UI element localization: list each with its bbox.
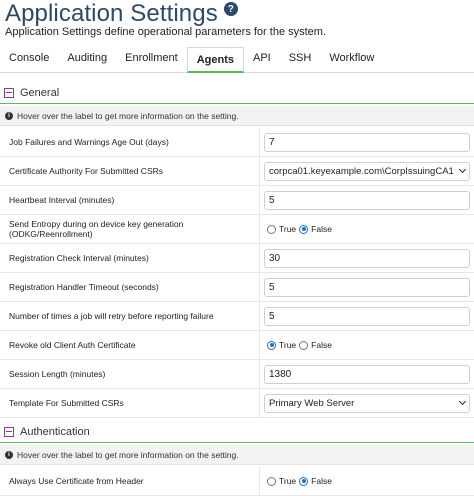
info-icon: i: [5, 111, 13, 120]
tab-workflow[interactable]: Workflow: [320, 46, 383, 72]
collapse-icon[interactable]: [4, 87, 14, 98]
setting-label: Number of times a job will retry before …: [9, 311, 214, 321]
tab-enrollment[interactable]: Enrollment: [116, 46, 187, 72]
page-subtitle: Application Settings define operational …: [5, 26, 327, 38]
radio-false-label[interactable]: False: [311, 340, 332, 350]
setting-label: Send Entropy during on device key genera…: [9, 219, 184, 239]
page-title: Application Settings: [5, 0, 218, 27]
setting-label: Heartbeat Interval (minutes): [9, 195, 115, 205]
setting-row: Heartbeat Interval (minutes) 5: [0, 186, 474, 215]
tab-agents[interactable]: Agents: [186, 47, 244, 73]
setting-row: Job Failures and Warnings Age Out (days)…: [0, 128, 474, 157]
setting-label: Job Failures and Warnings Age Out (days): [9, 137, 169, 147]
setting-row: Session Length (minutes) 1380: [0, 360, 474, 389]
radio-true-label[interactable]: True: [279, 340, 296, 350]
help-icon[interactable]: ?: [223, 2, 238, 16]
radio-true[interactable]: [267, 476, 276, 486]
info-text: Hover over the label to get more informa…: [17, 449, 239, 460]
setting-label: Template For Submitted CSRs: [9, 398, 124, 408]
setting-row: Registration Check Interval (minutes) 30: [0, 244, 474, 273]
radio-false[interactable]: [299, 476, 309, 486]
session-length-input[interactable]: 1380: [264, 364, 470, 384]
chevron-down-icon: [458, 165, 467, 173]
tab-auditing[interactable]: Auditing: [58, 46, 116, 72]
setting-label: Certificate Authority For Submitted CSRs: [9, 166, 164, 176]
use-cert-from-header-radio-group: True False: [267, 476, 335, 486]
setting-label: Registration Handler Timeout (seconds): [9, 282, 159, 292]
radio-false[interactable]: [299, 340, 309, 350]
registration-check-interval-input[interactable]: 30: [264, 248, 470, 268]
radio-false-label[interactable]: False: [311, 224, 332, 234]
tab-ssh[interactable]: SSH: [280, 46, 321, 72]
info-icon: i: [5, 450, 13, 459]
certificate-authority-select[interactable]: corpca01.keyexample.com\CorpIssuingCA1: [264, 161, 470, 181]
tab-api[interactable]: API: [244, 46, 280, 72]
tab-bar: Console Auditing Enrollment Agents API S…: [0, 47, 474, 73]
setting-label: Registration Check Interval (minutes): [9, 253, 149, 263]
radio-true-label[interactable]: True: [279, 224, 296, 234]
radio-false[interactable]: [299, 224, 309, 234]
authentication-section-header[interactable]: Authentication: [0, 421, 474, 443]
radio-true[interactable]: [267, 224, 276, 234]
general-section-header[interactable]: General: [0, 82, 474, 104]
setting-row: Number of times a job will retry before …: [0, 302, 474, 331]
setting-label: Session Length (minutes): [9, 369, 106, 379]
section-title: Authentication: [20, 425, 90, 438]
setting-row: Template For Submitted CSRs Primary Web …: [0, 389, 474, 418]
radio-true-label[interactable]: True: [279, 476, 296, 486]
select-value: corpca01.keyexample.com\CorpIssuingCA1: [269, 165, 454, 177]
info-text: Hover over the label to get more informa…: [17, 110, 239, 121]
chevron-down-icon: [458, 397, 467, 405]
info-banner: i Hover over the label to get more infor…: [0, 106, 474, 126]
setting-row: Send Entropy during on device key genera…: [0, 215, 474, 244]
title-row: Application Settings ?: [5, 0, 238, 28]
setting-label: Always Use Certificate from Header: [9, 476, 144, 486]
collapse-icon[interactable]: [4, 426, 14, 437]
job-retry-count-input[interactable]: 5: [264, 306, 470, 326]
info-banner: i Hover over the label to get more infor…: [0, 445, 474, 465]
setting-label: Revoke old Client Auth Certificate: [9, 340, 136, 350]
section-title: General: [20, 86, 60, 99]
setting-row: Revoke old Client Auth Certificate True …: [0, 331, 474, 360]
radio-true[interactable]: [267, 340, 276, 350]
revoke-client-auth-radio-group: True False: [267, 340, 335, 350]
tab-console[interactable]: Console: [0, 46, 58, 72]
template-select[interactable]: Primary Web Server: [264, 393, 470, 413]
select-value: Primary Web Server: [269, 397, 355, 409]
job-failures-age-out-input[interactable]: 7: [264, 132, 470, 152]
heartbeat-interval-input[interactable]: 5: [264, 190, 470, 210]
radio-false-label[interactable]: False: [311, 476, 332, 486]
setting-row: Certificate Authority For Submitted CSRs…: [0, 157, 474, 186]
send-entropy-radio-group: True False: [267, 224, 335, 234]
registration-handler-timeout-input[interactable]: 5: [264, 277, 470, 297]
setting-row: Registration Handler Timeout (seconds) 5: [0, 273, 474, 302]
setting-row: Always Use Certificate from Header True …: [0, 467, 474, 496]
